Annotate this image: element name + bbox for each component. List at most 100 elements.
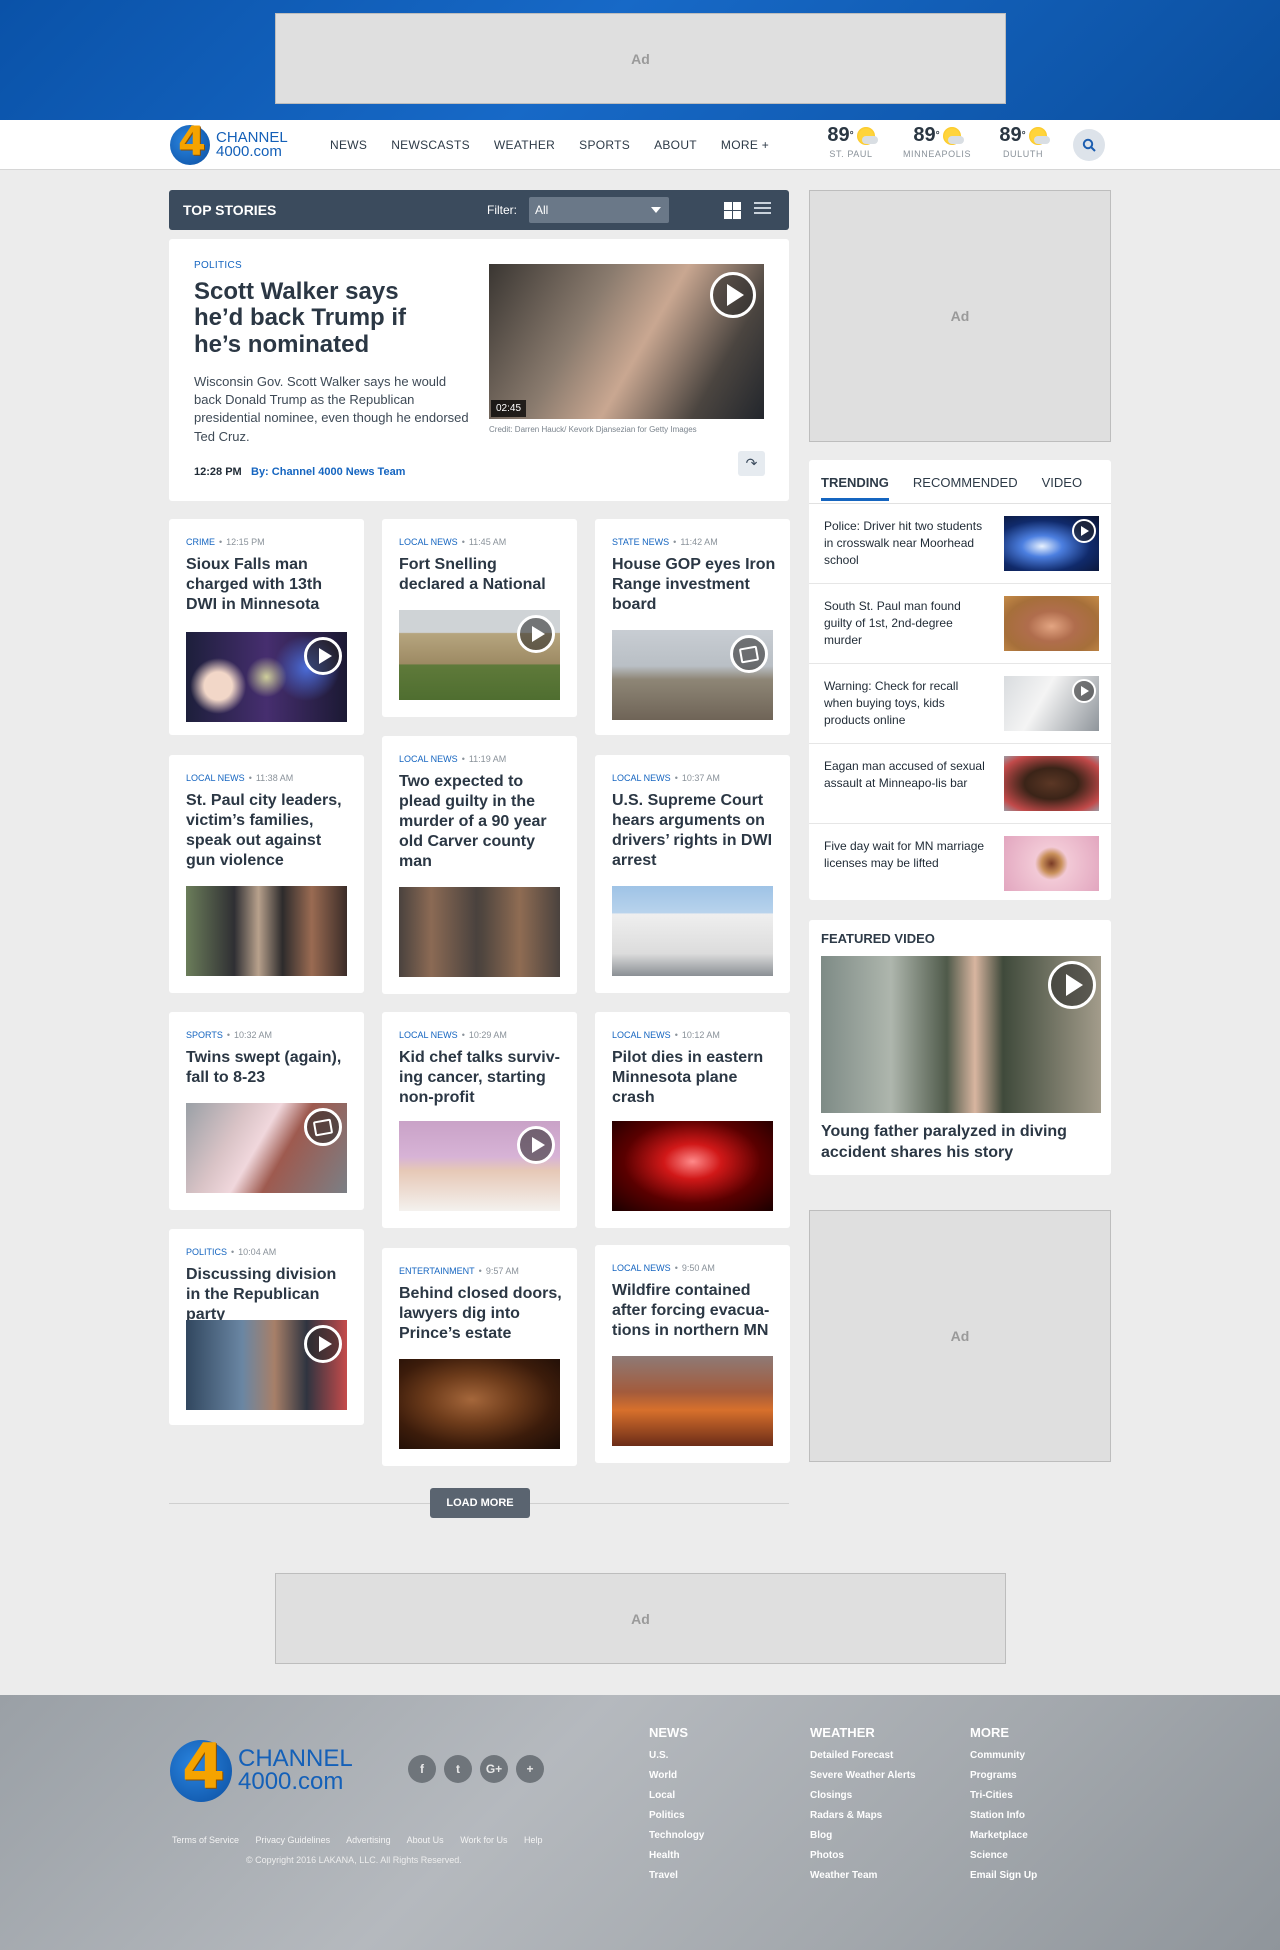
footer-link[interactable]: Work for Us <box>460 1835 507 1845</box>
search-button[interactable] <box>1073 129 1105 161</box>
trending-item[interactable]: Warning: Check for recall when buying to… <box>809 664 1111 744</box>
story-title[interactable]: Sioux Falls man charged with 13th DWI in… <box>186 555 351 615</box>
story-card[interactable]: LOCAL NEWS • 10:37 AM U.S. Supreme Court h… <box>595 755 790 993</box>
play-icon[interactable] <box>1072 519 1096 543</box>
footer-link[interactable]: About Us <box>407 1835 444 1845</box>
footer-link[interactable]: Programs <box>970 1766 1037 1786</box>
footer-col-heading[interactable]: MORE <box>970 1725 1037 1740</box>
story-card[interactable]: LOCAL NEWS • 9:50 AM Wildfire contained af… <box>595 1245 790 1463</box>
trending-item[interactable]: Eagan man accused of sexual assault at M… <box>809 744 1111 824</box>
story-title[interactable]: Wildfire contained after forcing evacua-… <box>612 1281 777 1341</box>
play-icon[interactable] <box>517 615 555 653</box>
weather-minneapolis[interactable]: 89 ° MINNEAPOLIS <box>894 124 980 159</box>
nav-sports[interactable]: SPORTS <box>579 138 630 152</box>
trending-item[interactable]: Police: Driver hit two students in cross… <box>809 504 1111 584</box>
featured-video-title[interactable]: Young father paralyzed in diving acciden… <box>821 1122 1101 1164</box>
footer-link[interactable]: Terms of Service <box>172 1835 239 1845</box>
trending-item[interactable]: South St. Paul man found guilty of 1st, … <box>809 584 1111 664</box>
weather-duluth[interactable]: 89 ° DULUTH <box>980 124 1066 159</box>
story-category[interactable]: ENTERTAINMENT <box>399 1266 475 1276</box>
list-view-icon[interactable] <box>754 202 771 219</box>
story-title[interactable]: House GOP eyes Iron Range investment boa… <box>612 555 777 615</box>
story-title[interactable]: Fort Snelling declared a National <box>399 555 564 595</box>
nav-newscasts[interactable]: NEWSCASTS <box>391 138 470 152</box>
story-card[interactable]: LOCAL NEWS • 10:29 AM Kid chef talks survi… <box>382 1012 577 1228</box>
story-category[interactable]: SPORTS <box>186 1030 223 1040</box>
nav-about[interactable]: ABOUT <box>654 138 697 152</box>
story-category[interactable]: POLITICS <box>194 260 242 271</box>
story-card[interactable]: CRIME • 12:15 PM Sioux Falls man charged w… <box>169 519 364 735</box>
trending-item-title[interactable]: Police: Driver hit two students in cross… <box>824 518 989 568</box>
story-category[interactable]: LOCAL NEWS <box>399 537 458 547</box>
story-byline[interactable]: By: Channel 4000 News Team <box>251 466 405 478</box>
gallery-icon[interactable] <box>730 635 768 673</box>
footer-link[interactable]: Email Sign Up <box>970 1866 1037 1886</box>
load-more-button[interactable]: LOAD MORE <box>430 1488 530 1518</box>
trending-thumbnail[interactable] <box>1004 516 1099 571</box>
story-thumbnail[interactable] <box>186 1320 347 1410</box>
story-title[interactable]: Kid chef talks surviv-ing cancer, starti… <box>399 1048 564 1108</box>
nav-news[interactable]: NEWS <box>330 138 367 152</box>
story-category[interactable]: LOCAL NEWS <box>612 773 671 783</box>
google-plus-icon[interactable]: G+ <box>480 1755 508 1783</box>
story-thumbnail[interactable] <box>399 610 560 700</box>
story-card[interactable]: POLITICS • 10:04 AM Discussing division in… <box>169 1229 364 1425</box>
footer-link[interactable]: Closings <box>810 1786 916 1806</box>
featured-video-widget[interactable]: FEATURED VIDEO Young father paralyzed in… <box>809 920 1111 1175</box>
featured-story[interactable]: POLITICS Scott Walker says he’d back Tru… <box>169 239 789 501</box>
story-card[interactable]: LOCAL NEWS • 10:12 AM Pilot dies in easter… <box>595 1012 790 1228</box>
trending-item-title[interactable]: Five day wait for MN marriage licenses m… <box>824 838 989 872</box>
footer-link[interactable]: Weather Team <box>810 1866 916 1886</box>
footer-link[interactable]: Technology <box>649 1826 704 1846</box>
story-category[interactable]: LOCAL NEWS <box>399 754 458 764</box>
story-category[interactable]: LOCAL NEWS <box>612 1030 671 1040</box>
tab-video[interactable]: VIDEO <box>1042 475 1082 501</box>
story-category[interactable]: STATE NEWS <box>612 537 669 547</box>
trending-item-title[interactable]: Warning: Check for recall when buying to… <box>824 678 989 728</box>
share-button[interactable]: ↷ <box>738 451 765 476</box>
footer-link[interactable]: Severe Weather Alerts <box>810 1766 916 1786</box>
footer-link[interactable]: Tri-Cities <box>970 1786 1037 1806</box>
story-thumbnail[interactable] <box>186 886 347 976</box>
top-ad[interactable]: Ad <box>275 13 1006 104</box>
story-thumbnail[interactable] <box>612 1356 773 1446</box>
more-social-icon[interactable]: + <box>516 1755 544 1783</box>
sidebar-ad-top[interactable]: Ad <box>809 190 1111 442</box>
story-title[interactable]: Pilot dies in eastern Minnesota plane cr… <box>612 1048 777 1108</box>
footer-logo[interactable]: 4 CHANNEL 4000.com <box>170 1730 353 1803</box>
bottom-ad[interactable]: Ad <box>275 1573 1006 1664</box>
story-card[interactable]: LOCAL NEWS • 11:19 AM Two expected to plea… <box>382 736 577 994</box>
story-card[interactable]: STATE NEWS • 11:42 AM House GOP eyes Iron … <box>595 519 790 735</box>
footer-link[interactable]: Advertising <box>346 1835 391 1845</box>
story-category[interactable]: CRIME <box>186 537 215 547</box>
site-logo[interactable]: 4 CHANNEL 4000.com <box>170 119 288 165</box>
story-thumbnail[interactable] <box>399 1121 560 1211</box>
story-thumbnail[interactable] <box>186 1103 347 1193</box>
story-category[interactable]: LOCAL NEWS <box>186 773 245 783</box>
footer-link[interactable]: Travel <box>649 1866 704 1886</box>
footer-link[interactable]: Station Info <box>970 1806 1037 1826</box>
footer-col-heading[interactable]: WEATHER <box>810 1725 916 1740</box>
story-card[interactable]: SPORTS • 10:32 AM Twins swept (again), fal… <box>169 1012 364 1210</box>
play-icon[interactable] <box>1048 961 1096 1009</box>
footer-link[interactable]: Marketplace <box>970 1826 1037 1846</box>
trending-thumbnail[interactable] <box>1004 756 1099 811</box>
featured-video-thumbnail[interactable] <box>821 956 1101 1113</box>
play-icon[interactable] <box>710 272 756 318</box>
story-category[interactable]: LOCAL NEWS <box>612 1263 671 1273</box>
trending-thumbnail[interactable] <box>1004 836 1099 891</box>
tab-trending[interactable]: TRENDING <box>821 475 889 501</box>
facebook-icon[interactable]: f <box>408 1755 436 1783</box>
story-card[interactable]: LOCAL NEWS • 11:45 AM Fort Snelling declar… <box>382 519 577 717</box>
trending-thumbnail[interactable] <box>1004 676 1099 731</box>
footer-link[interactable]: Detailed Forecast <box>810 1746 916 1766</box>
play-icon[interactable] <box>1072 679 1096 703</box>
footer-link[interactable]: Blog <box>810 1826 916 1846</box>
story-category[interactable]: LOCAL NEWS <box>399 1030 458 1040</box>
trending-item-title[interactable]: Eagan man accused of sexual assault at M… <box>824 758 989 792</box>
footer-link[interactable]: Radars & Maps <box>810 1806 916 1826</box>
story-thumbnail[interactable] <box>612 630 773 720</box>
grid-view-icon[interactable] <box>724 202 741 219</box>
play-icon[interactable] <box>304 1325 342 1363</box>
story-category[interactable]: POLITICS <box>186 1247 227 1257</box>
